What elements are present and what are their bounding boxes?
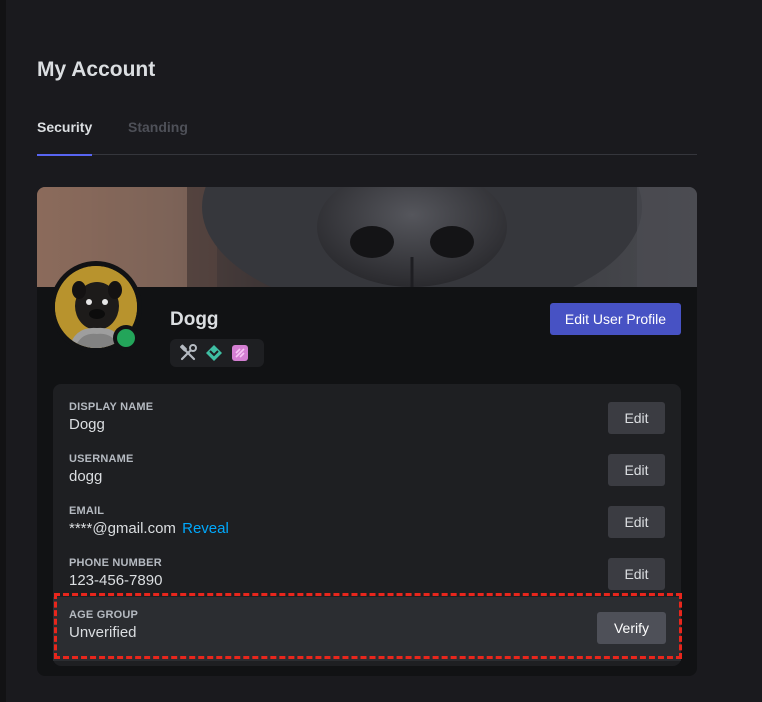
account-info-panel: DISPLAY NAME Dogg Edit USERNAME dogg Edi…: [53, 384, 681, 666]
display-name-label: DISPLAY NAME: [69, 401, 154, 413]
display-name-value: Dogg: [69, 416, 105, 433]
phone-value: 123-456-7890: [69, 572, 163, 589]
email-value: ****@gmail.com: [69, 520, 176, 537]
profile-banner: [37, 187, 697, 287]
email-value-row: ****@gmail.com Reveal: [69, 520, 229, 537]
tab-security[interactable]: Security: [37, 119, 93, 156]
username-value: dogg: [69, 468, 103, 485]
age-group-row: AGE GROUP Unverified Verify: [53, 597, 681, 661]
hammer-wrench-icon[interactable]: [178, 343, 198, 363]
age-group-label: AGE GROUP: [69, 609, 139, 621]
reveal-email-link[interactable]: Reveal: [182, 520, 229, 537]
field-email: EMAIL ****@gmail.com Reveal: [69, 505, 229, 537]
edit-username-button[interactable]: Edit: [608, 454, 665, 486]
edit-user-profile-button[interactable]: Edit User Profile: [550, 303, 681, 335]
profile-card: Dogg Edit User Profile DISPLAY NAME Dogg…: [37, 187, 697, 676]
online-status-indicator: [113, 325, 139, 351]
edit-phone-button[interactable]: Edit: [608, 558, 665, 590]
field-display-name: DISPLAY NAME Dogg: [69, 401, 153, 433]
username-label: USERNAME: [69, 453, 134, 465]
field-age-group: AGE GROUP Unverified: [69, 609, 138, 641]
hypesquad-icon[interactable]: [204, 343, 224, 363]
phone-label: PHONE NUMBER: [69, 557, 162, 569]
tab-bar: Security Standing: [37, 119, 697, 156]
profile-username: Dogg: [170, 309, 219, 330]
nitro-icon[interactable]: [230, 343, 250, 363]
sidebar-edge: [0, 0, 6, 702]
field-phone: PHONE NUMBER 123-456-7890: [69, 557, 162, 589]
field-username: USERNAME dogg: [69, 453, 134, 485]
edit-email-button[interactable]: Edit: [608, 506, 665, 538]
email-label: EMAIL: [69, 505, 105, 517]
tab-standing[interactable]: Standing: [128, 119, 188, 155]
page-title: My Account: [37, 58, 156, 81]
badge-list: [170, 339, 264, 367]
edit-display-name-button[interactable]: Edit: [608, 402, 665, 434]
age-group-value: Unverified: [69, 624, 137, 641]
verify-age-button[interactable]: Verify: [597, 612, 666, 644]
